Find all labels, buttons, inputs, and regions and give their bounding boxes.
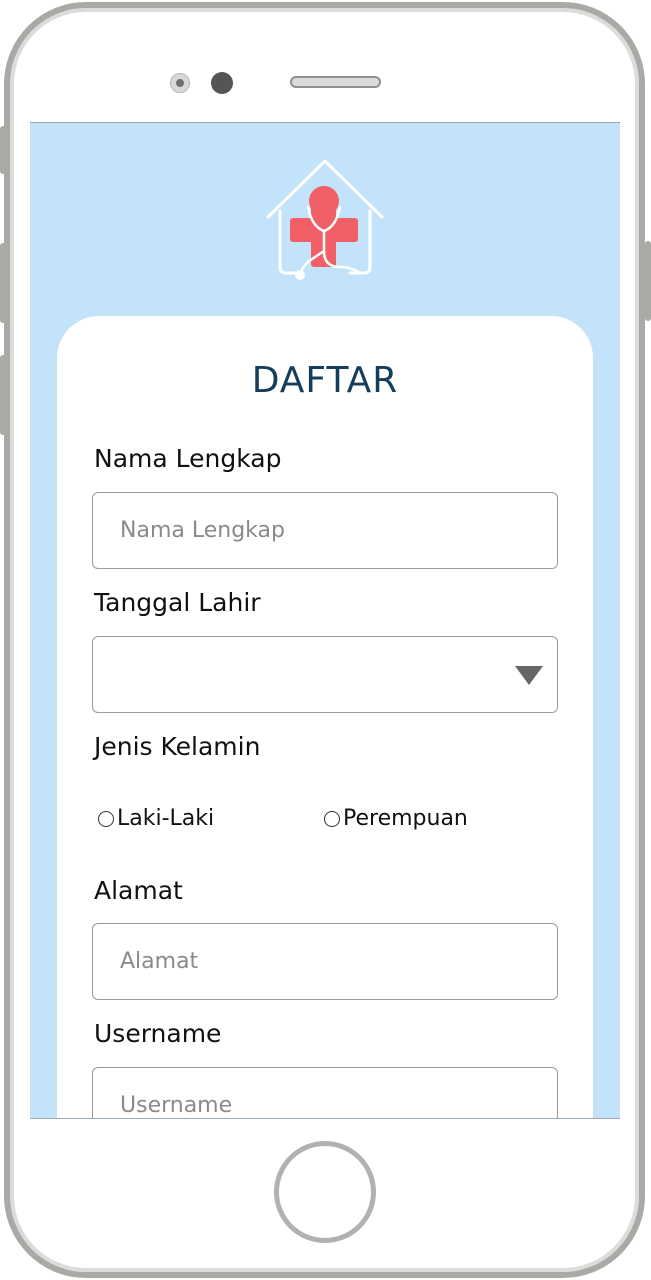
front-camera [211, 72, 233, 94]
app-screen: DAFTAR Nama Lengkap Tanggal Lahir Jenis … [30, 122, 620, 1119]
full-name-label: Nama Lengkap [94, 444, 282, 473]
radio-circle-icon[interactable] [324, 810, 340, 827]
gender-option-female[interactable]: Perempuan [324, 806, 468, 831]
birth-date-label: Tanggal Lahir [94, 588, 261, 617]
gender-option-male[interactable]: Laki-Laki [98, 806, 214, 831]
earpiece-speaker [290, 76, 381, 88]
register-form-card: DAFTAR Nama Lengkap Tanggal Lahir Jenis … [57, 316, 593, 1118]
radio-circle-icon[interactable] [98, 810, 114, 827]
birth-date-dropdown[interactable] [92, 636, 558, 713]
address-label: Alamat [94, 876, 183, 905]
username-field[interactable] [92, 1067, 558, 1118]
mute-switch [0, 126, 6, 174]
full-name-input[interactable] [93, 493, 557, 568]
volume-up-button [0, 243, 6, 323]
proximity-sensor [170, 73, 190, 93]
gender-option-male-label: Laki-Laki [117, 806, 215, 831]
home-button[interactable] [274, 1141, 376, 1243]
username-label: Username [94, 1019, 222, 1048]
gender-option-female-label: Perempuan [343, 806, 468, 831]
power-button [645, 241, 651, 321]
page-title: DAFTAR [251, 360, 399, 401]
address-input[interactable] [93, 924, 557, 999]
full-name-field[interactable] [92, 492, 558, 569]
gender-label: Jenis Kelamin [94, 732, 261, 761]
house-stethoscope-cross-logo [266, 159, 384, 280]
dropdown-arrow-icon [515, 666, 543, 685]
volume-down-button [0, 355, 6, 435]
username-input[interactable] [93, 1068, 557, 1118]
address-field[interactable] [92, 923, 558, 1000]
